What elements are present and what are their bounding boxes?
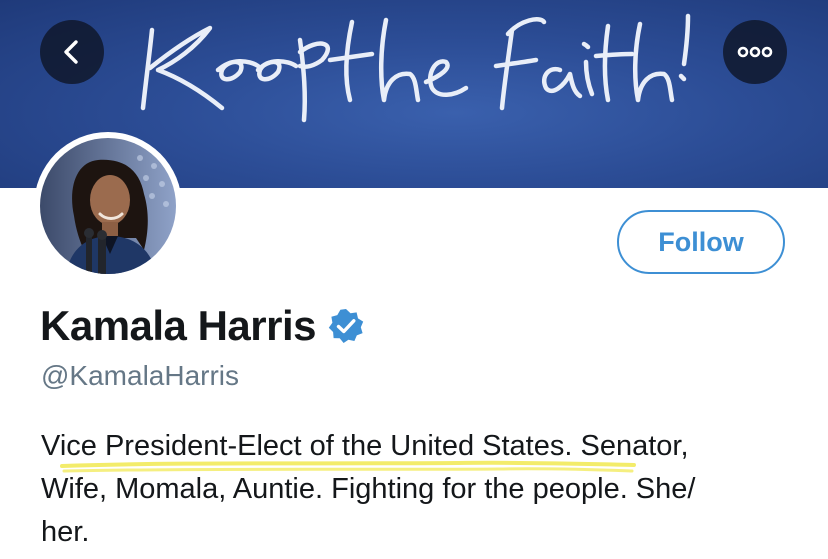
name-row: Kamala Harris bbox=[40, 300, 364, 352]
chevron-left-icon bbox=[64, 40, 78, 64]
profile-avatar[interactable] bbox=[34, 132, 182, 280]
ellipsis-icon bbox=[737, 46, 773, 58]
profile-bio: Vice President-Elect of the United State… bbox=[41, 425, 801, 554]
back-button[interactable] bbox=[40, 20, 104, 84]
display-name: Kamala Harris bbox=[40, 302, 317, 349]
profile-handle: @KamalaHarris bbox=[41, 360, 240, 391]
more-options-button[interactable] bbox=[723, 20, 787, 84]
bio-line: Wife, Momala, Auntie. Fighting for the p… bbox=[41, 473, 696, 505]
follow-button[interactable]: Follow bbox=[617, 210, 785, 274]
bio-line: her. bbox=[41, 516, 90, 548]
bio-line: Vice President-Elect of the United State… bbox=[41, 430, 689, 462]
avatar-photo bbox=[40, 138, 176, 274]
verified-badge-icon bbox=[328, 309, 364, 343]
